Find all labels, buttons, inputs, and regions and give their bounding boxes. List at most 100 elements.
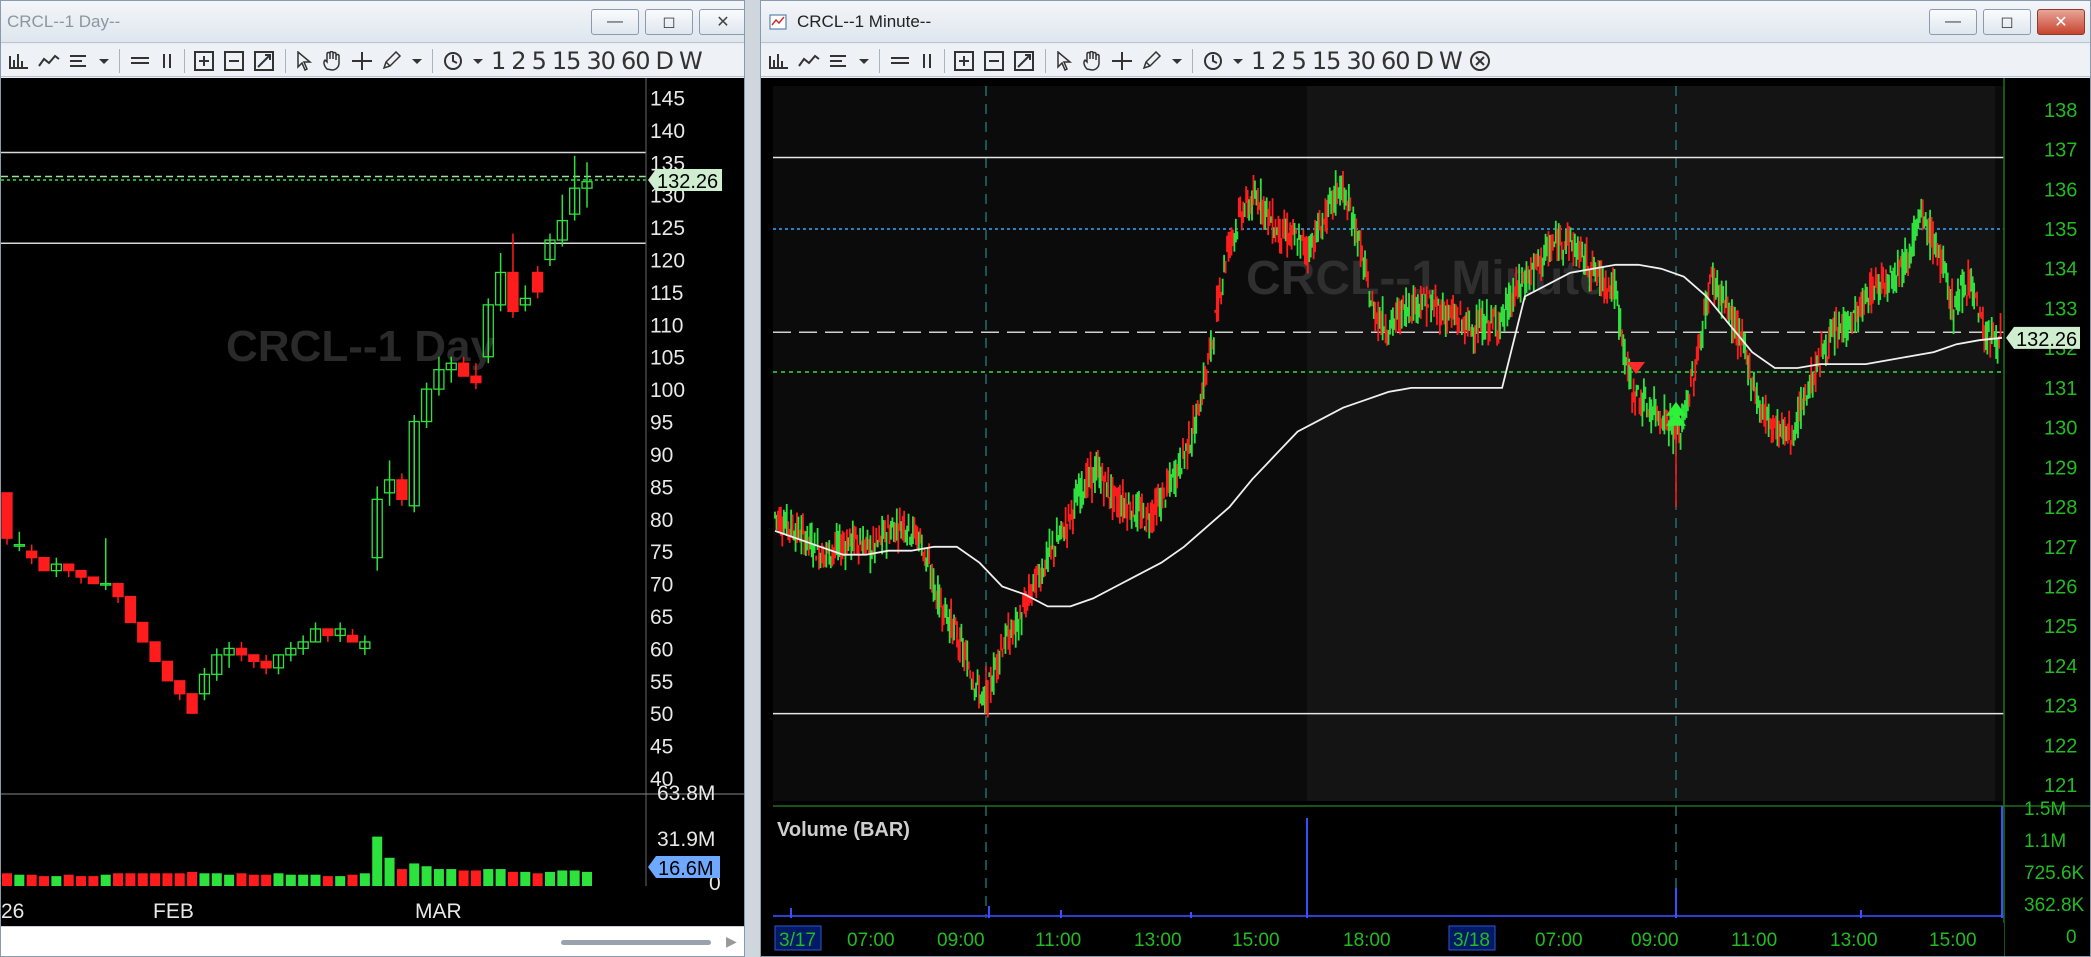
candle-body[interactable]: [396, 479, 408, 500]
daily-chart-plot[interactable]: CRCL--1 Day14514013513012512011511010510…: [1, 78, 745, 930]
volume-bar[interactable]: [150, 873, 161, 886]
volume-bar[interactable]: [347, 874, 358, 886]
interval-5-button[interactable]: 5: [1290, 47, 1308, 75]
volume-bar[interactable]: [483, 869, 494, 886]
volume-bar[interactable]: [51, 876, 62, 886]
zoom-in-icon[interactable]: [191, 48, 219, 74]
volume-bar[interactable]: [507, 871, 518, 886]
volume-bar[interactable]: [137, 873, 148, 886]
crosshair-icon[interactable]: [1108, 48, 1136, 74]
volume-bar[interactable]: [396, 869, 407, 886]
candle-body[interactable]: [26, 550, 38, 559]
dropdown-icon[interactable]: [469, 48, 487, 74]
candle-body[interactable]: [235, 647, 248, 656]
horizontal-lines-icon[interactable]: [886, 48, 914, 74]
interval-15-button[interactable]: 15: [550, 47, 583, 75]
volume-bar[interactable]: [248, 874, 259, 886]
horizontal-lines-icon[interactable]: [126, 48, 154, 74]
candle-body[interactable]: [137, 621, 149, 643]
interval-d-button[interactable]: D: [653, 47, 674, 75]
interval-1-button[interactable]: 1: [1249, 47, 1267, 75]
dropdown-icon[interactable]: [1168, 48, 1186, 74]
volume-bar[interactable]: [100, 874, 111, 886]
horizontal-scrollbar[interactable]: ▶: [1, 926, 744, 956]
volume-bar[interactable]: [14, 874, 25, 886]
volume-bar[interactable]: [298, 874, 309, 886]
bar-chart-icon[interactable]: [5, 48, 33, 74]
interval-1-button[interactable]: 1: [489, 47, 507, 75]
volume-bar[interactable]: [520, 871, 531, 886]
candle-body[interactable]: [260, 660, 272, 669]
candle-body[interactable]: [507, 271, 519, 312]
zoom-fit-icon[interactable]: [1011, 48, 1039, 74]
pointer-icon[interactable]: [1052, 48, 1076, 74]
close-button[interactable]: ✕: [699, 9, 744, 35]
price-pane[interactable]: [1, 78, 646, 791]
interval-d-button[interactable]: D: [1413, 47, 1434, 75]
interval-15-button[interactable]: 15: [1310, 47, 1343, 75]
hand-icon[interactable]: [1078, 48, 1106, 74]
hand-icon[interactable]: [318, 48, 346, 74]
volume-bar[interactable]: [285, 874, 296, 886]
clear-drawings-icon[interactable]: [1466, 48, 1494, 74]
volume-bar[interactable]: [2, 873, 12, 886]
interval-5-button[interactable]: 5: [530, 47, 548, 75]
volume-bar[interactable]: [211, 873, 222, 886]
vertical-lines-icon[interactable]: [916, 48, 938, 74]
volume-bar[interactable]: [199, 873, 210, 886]
volume-bar[interactable]: [335, 876, 346, 886]
volume-bar[interactable]: [63, 874, 74, 886]
dropdown-icon[interactable]: [855, 48, 873, 74]
maximize-button[interactable]: ◻: [645, 9, 693, 35]
candle-body[interactable]: [75, 569, 87, 578]
studies-icon[interactable]: [65, 48, 93, 74]
pencil-icon[interactable]: [378, 48, 406, 74]
volume-bar[interactable]: [409, 863, 420, 886]
volume-bar[interactable]: [557, 870, 568, 886]
volume-bar[interactable]: [162, 873, 173, 886]
pointer-icon[interactable]: [292, 48, 316, 74]
volume-bar[interactable]: [174, 873, 185, 886]
interval-60-button[interactable]: 60: [619, 47, 652, 75]
zoom-out-icon[interactable]: [221, 48, 249, 74]
candle-body[interactable]: [346, 634, 359, 643]
volume-bar[interactable]: [495, 869, 506, 886]
bar-chart-icon[interactable]: [765, 48, 793, 74]
scroll-thumb[interactable]: [561, 940, 711, 945]
minute-chart-window[interactable]: CRCL--1 Minute-- — ◻ ✕ 1 2 5 15 30 60 D W CRCL-…: [760, 0, 2091, 957]
volume-bar[interactable]: [421, 866, 432, 886]
minute-window-titlebar[interactable]: CRCL--1 Minute-- — ◻ ✕: [761, 1, 2090, 43]
candle-body[interactable]: [124, 595, 137, 624]
daily-chart-window[interactable]: CRCL--1 Day-- — ◻ ✕ 1 2 5 15 30 60 D W CRCL--1 …: [0, 0, 745, 957]
volume-bar[interactable]: [88, 876, 99, 886]
candle-body[interactable]: [161, 660, 174, 682]
volume-bar[interactable]: [113, 873, 124, 886]
volume-bar[interactable]: [372, 836, 383, 886]
candle-body[interactable]: [531, 271, 544, 293]
interval-w-button[interactable]: W: [1437, 47, 1464, 75]
vertical-lines-icon[interactable]: [156, 48, 178, 74]
zoom-fit-icon[interactable]: [251, 48, 279, 74]
candle-body[interactable]: [174, 680, 186, 695]
volume-bar[interactable]: [532, 873, 543, 886]
volume-bar[interactable]: [322, 876, 333, 886]
crosshair-icon[interactable]: [348, 48, 376, 74]
volume-bar[interactable]: [470, 870, 481, 886]
volume-bar[interactable]: [187, 871, 198, 886]
clock-icon[interactable]: [439, 48, 467, 74]
volume-bar[interactable]: [384, 857, 395, 886]
volume-bar[interactable]: [236, 873, 247, 886]
candle-body[interactable]: [38, 557, 50, 572]
volume-bar[interactable]: [582, 871, 592, 886]
candle-body[interactable]: [470, 375, 482, 384]
volume-bar[interactable]: [224, 874, 235, 886]
scroll-right-icon[interactable]: ▶: [726, 933, 737, 950]
volume-bar[interactable]: [261, 874, 272, 886]
line-chart-icon[interactable]: [795, 48, 823, 74]
interval-2-button[interactable]: 2: [1269, 47, 1287, 75]
pencil-icon[interactable]: [1138, 48, 1166, 74]
volume-bar[interactable]: [310, 874, 321, 886]
volume-bar[interactable]: [359, 873, 370, 886]
volume-bar[interactable]: [544, 871, 555, 886]
candle-body[interactable]: [1, 492, 13, 539]
